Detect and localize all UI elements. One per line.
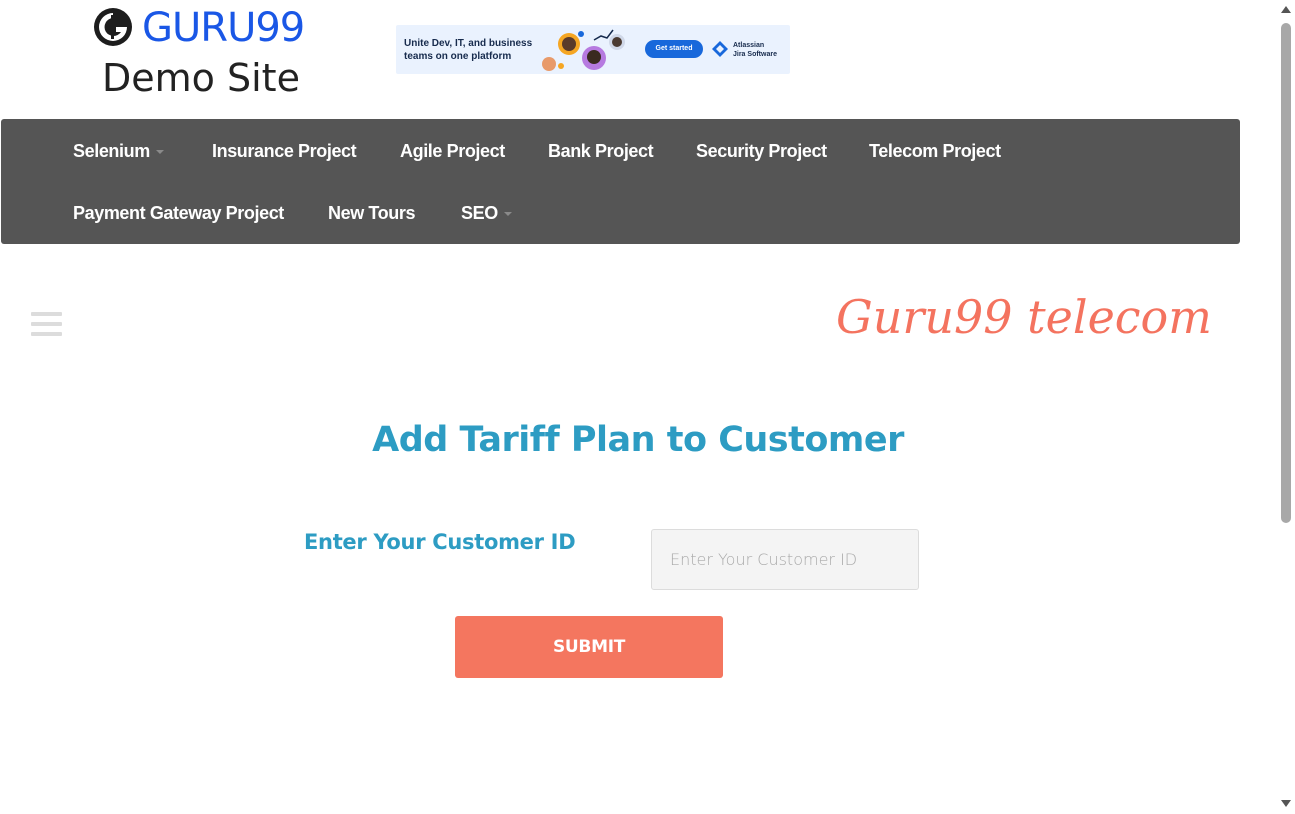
scrollbar-thumb[interactable]: [1281, 23, 1291, 523]
nav-item-new-tours[interactable]: New Tours: [328, 202, 415, 224]
page-scrollbar[interactable]: [1277, 0, 1295, 814]
ad-get-started-button[interactable]: Get started: [645, 40, 703, 58]
caret-down-icon: [503, 212, 512, 217]
nav-item-payment-gateway-project[interactable]: Payment Gateway Project: [73, 202, 284, 224]
nav-item-telecom-project[interactable]: Telecom Project: [869, 140, 1001, 162]
hamburger-menu-icon[interactable]: [31, 312, 62, 338]
ad-brand-line2: Jira Software: [733, 51, 777, 58]
caret-down-icon: [155, 150, 164, 155]
ad-brand-line1: Atlassian: [733, 42, 765, 49]
submit-button[interactable]: SUBMIT: [455, 616, 723, 678]
ad-brand-text: Atlassian Jira Software: [733, 41, 789, 59]
nav-item-security-project[interactable]: Security Project: [696, 140, 827, 162]
nav-item-agile-project[interactable]: Agile Project: [400, 140, 505, 162]
customer-id-label: Enter Your Customer ID: [304, 530, 576, 554]
ad-people-illustration: [542, 29, 625, 71]
page-title: Add Tariff Plan to Customer: [372, 420, 904, 460]
nav-item-bank-project[interactable]: Bank Project: [548, 140, 654, 162]
jira-icon: [712, 41, 728, 57]
logo-subtitle: Demo Site: [102, 56, 300, 100]
nav-item-insurance-project[interactable]: Insurance Project: [212, 140, 357, 162]
nav-item-label: Selenium: [73, 141, 150, 161]
nav-item-label: SEO: [461, 203, 498, 223]
nav-item-selenium[interactable]: Selenium: [73, 140, 164, 162]
nav-item-seo[interactable]: SEO: [461, 202, 512, 224]
customer-id-input[interactable]: [651, 529, 919, 590]
hamburger-bar: [31, 312, 62, 316]
scroll-down-arrow-icon[interactable]: [1281, 800, 1291, 807]
guru99-logo-icon: [94, 8, 132, 46]
scroll-up-arrow-icon[interactable]: [1281, 6, 1291, 13]
brand-title: Guru99 telecom: [836, 290, 1212, 344]
ad-banner[interactable]: Unite Dev, IT, and business teams on one…: [396, 25, 790, 74]
site-logo[interactable]: GURU99 Demo Site: [92, 4, 312, 104]
main-navbar: Selenium Insurance Project Agile Project…: [1, 119, 1240, 244]
logo-text: GURU99: [142, 5, 305, 51]
ad-headline: Unite Dev, IT, and business teams on one…: [404, 38, 533, 62]
hamburger-bar: [31, 322, 62, 326]
hamburger-bar: [31, 332, 62, 336]
